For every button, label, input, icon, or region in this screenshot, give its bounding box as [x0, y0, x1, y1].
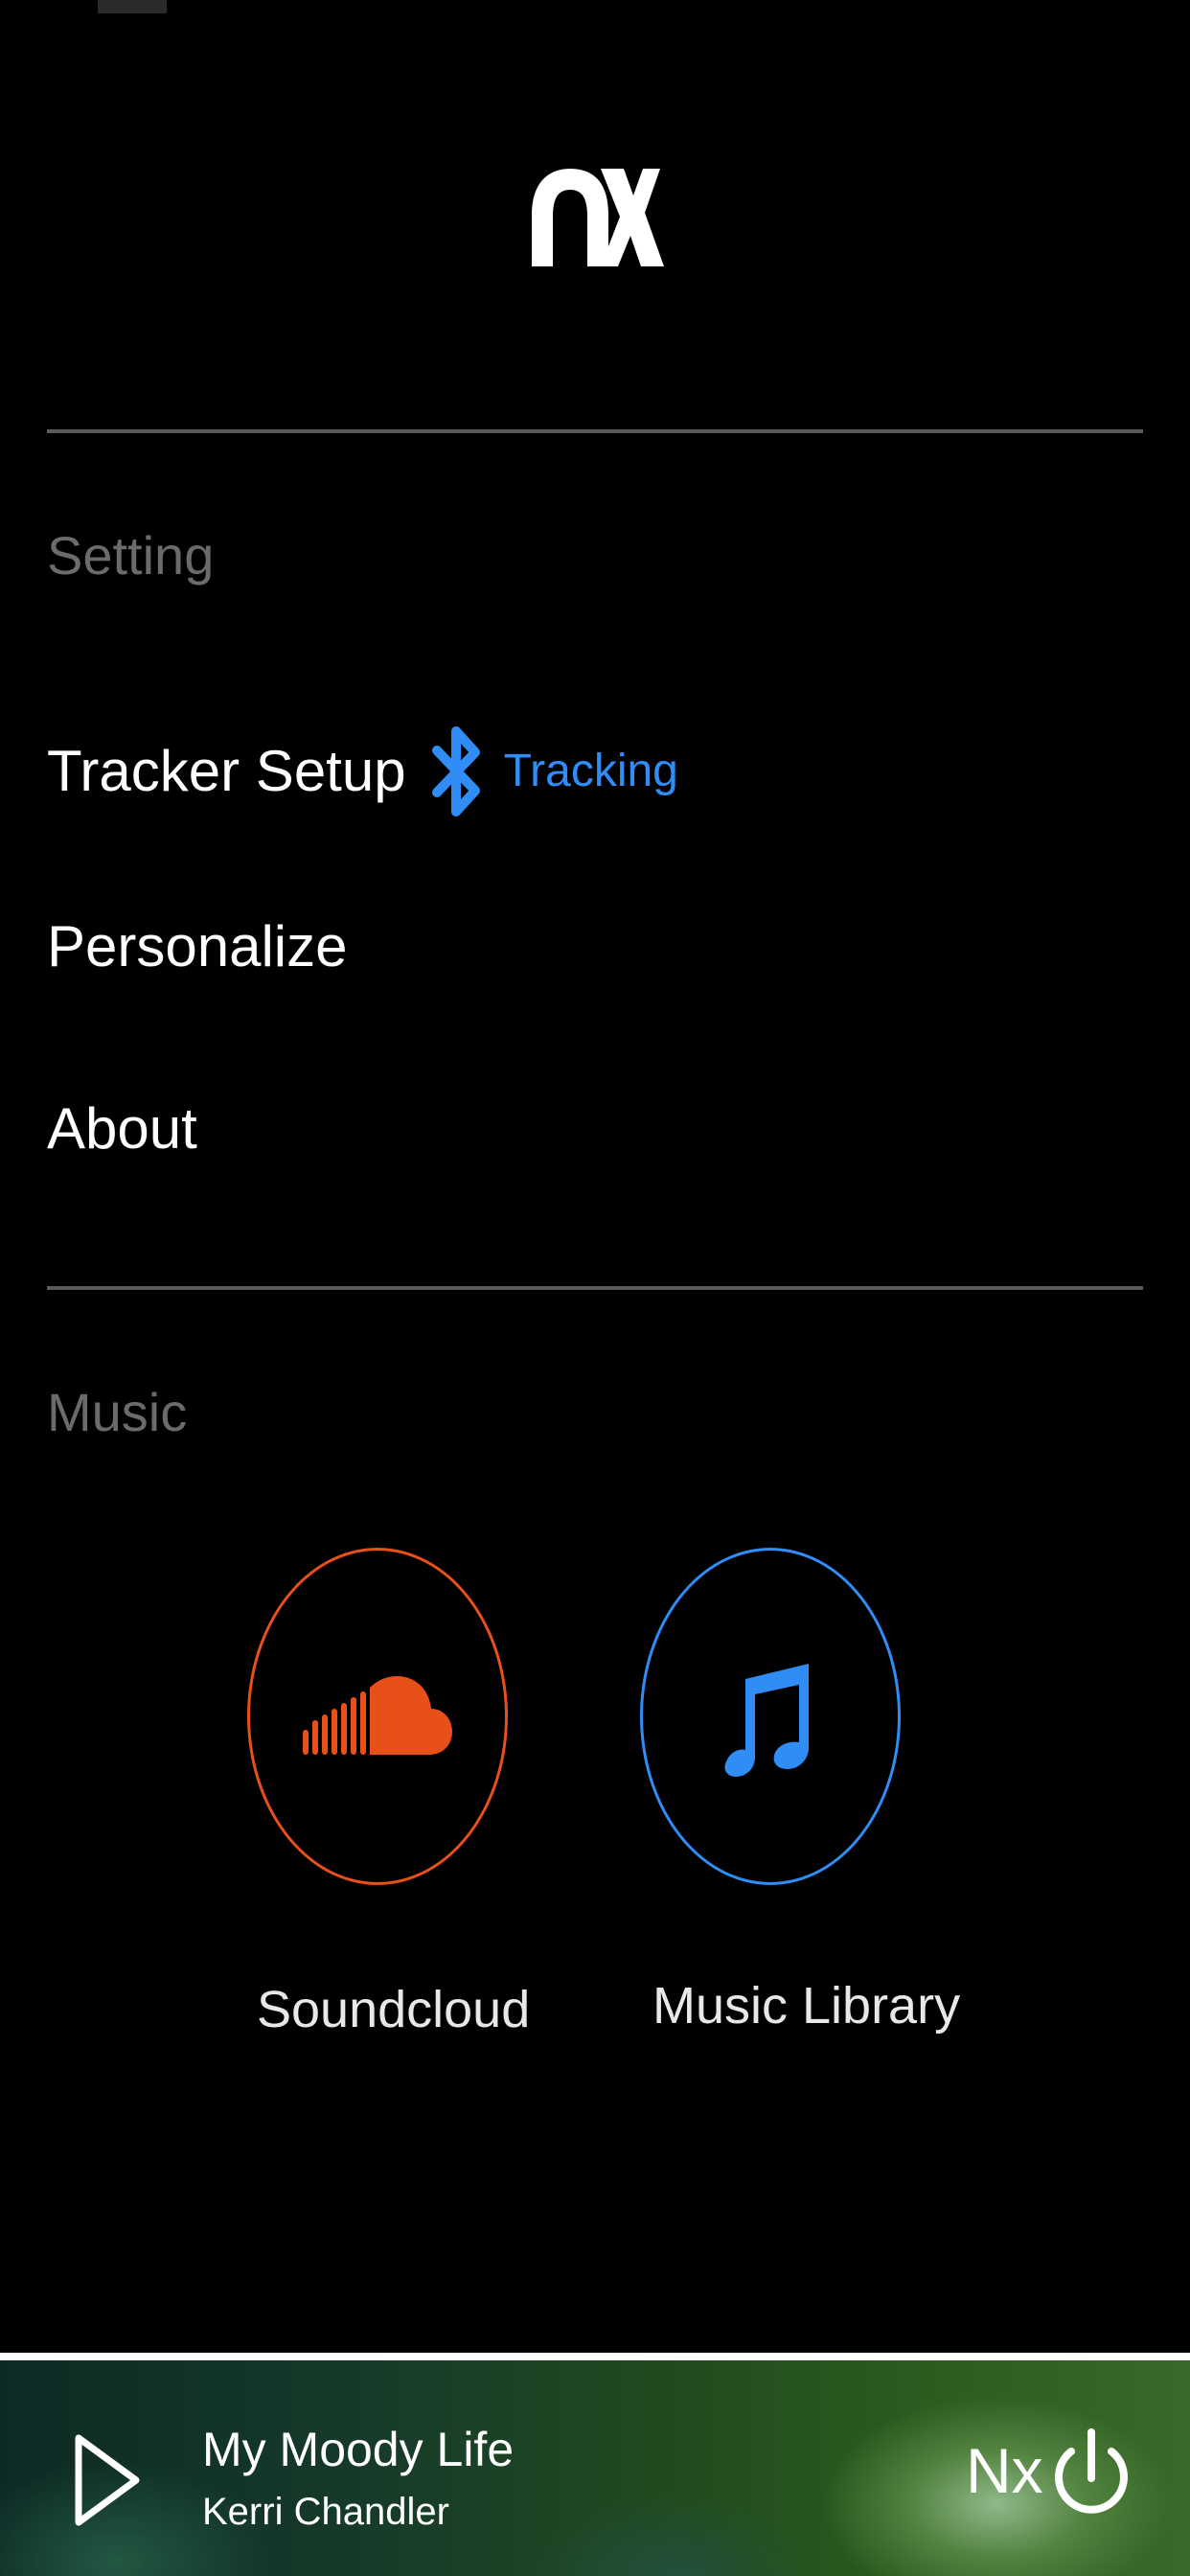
top-divider [47, 429, 1143, 433]
play-icon[interactable] [73, 2432, 142, 2528]
track-title: My Moody Life [202, 2423, 515, 2476]
music-library-tile[interactable] [640, 1548, 901, 1885]
tracker-setup-item[interactable]: Tracker Setup Tracking [47, 719, 678, 824]
music-library-button[interactable] [640, 1548, 901, 1885]
track-artist: Kerri Chandler [202, 2491, 449, 2533]
setting-section-title: Setting [47, 525, 215, 586]
soundcloud-icon [303, 1676, 452, 1755]
about-item[interactable]: About [47, 1100, 197, 1158]
music-section-title: Music [47, 1382, 188, 1442]
personalize-item[interactable]: Personalize [47, 918, 348, 976]
music-library-label[interactable]: Music Library [652, 1980, 960, 2032]
nx-logo [532, 169, 664, 266]
tracker-setup-label: Tracker Setup [47, 739, 406, 803]
middle-divider [47, 1286, 1143, 1290]
music-note-icon [724, 1664, 809, 1777]
bluetooth-icon [431, 726, 480, 816]
device-label: Nx [966, 2435, 1043, 2506]
now-playing-bar[interactable]: My Moody Life Kerri Chandler Nx [0, 2353, 1190, 2576]
soundcloud-label[interactable]: Soundcloud [257, 1984, 530, 2036]
status-bar-indicator [98, 0, 167, 13]
soundcloud-tile[interactable]: Soundcloud [247, 1548, 508, 1885]
soundcloud-button[interactable] [247, 1548, 508, 1885]
tracking-status-label: Tracking [503, 746, 678, 796]
power-icon[interactable] [1052, 2423, 1131, 2528]
